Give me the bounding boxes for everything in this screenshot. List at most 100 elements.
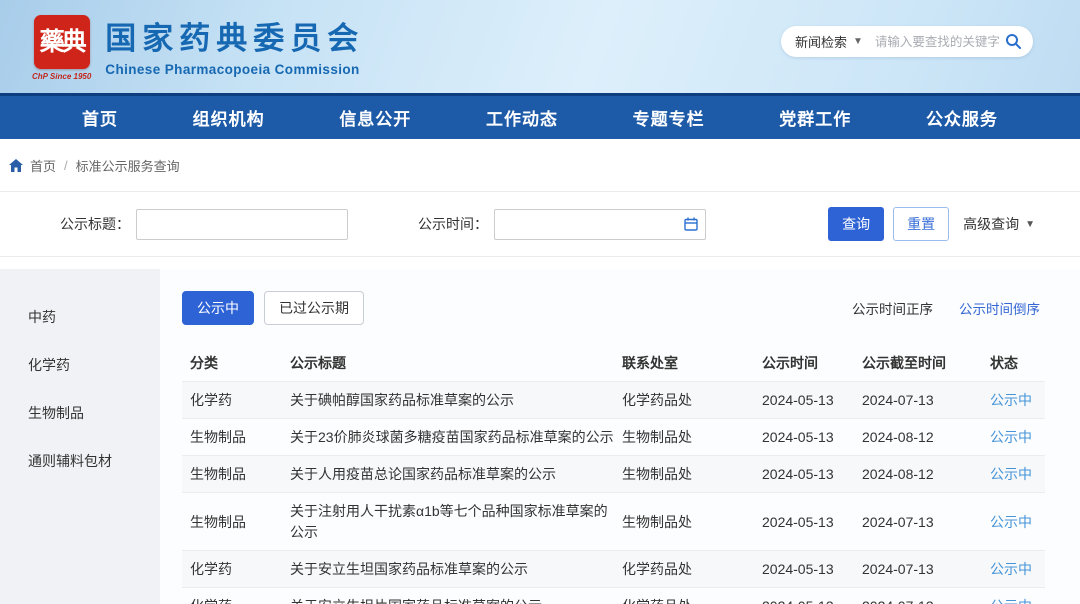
cell-publish-date: 2024-05-13 [762,381,862,418]
cell-title: 关于安立生坦国家药品标准草案的公示 [282,550,622,587]
table-row: 生物制品 关于人用疫苗总论国家药品标准草案的公示 生物制品处 2024-05-1… [182,456,1045,493]
sort-desc-link[interactable]: 公示时间倒序 [959,298,1040,318]
nav-item[interactable]: 信息公开 [339,105,411,130]
cell-office: 化学药品处 [622,550,762,587]
status-link[interactable]: 公示中 [990,466,1032,482]
cell-title: 关于人用疫苗总论国家药品标准草案的公示 [282,456,622,493]
cell-category: 化学药 [182,381,282,418]
content-area: 中药 化学药 生物制品 通则辅料包材 公示中 已过公示期 公示时间正序 [0,269,1080,604]
breadcrumb: 首页 / 标准公示服务查询 [0,139,1080,192]
cell-publish-date: 2024-05-13 [762,456,862,493]
table-row: 生物制品 关于23价肺炎球菌多糖疫苗国家药品标准草案的公示 生物制品处 2024… [182,418,1045,455]
chevron-down-icon: ▼ [1025,219,1035,230]
header-search-input[interactable] [875,35,1001,49]
status-link[interactable]: 公示中 [990,514,1032,530]
cell-end-date: 2024-07-13 [862,588,990,604]
advanced-search-button[interactable]: 高级查询 ▼ [963,214,1035,234]
page-subtitle: Chinese Pharmacopoeia Commission [105,62,364,77]
sidebar-item[interactable]: 通则辅料包材 [0,437,160,485]
cell-office: 生物制品处 [622,456,762,493]
col-header-publish-date: 公示时间 [762,345,862,381]
cell-office: 生物制品处 [622,493,762,551]
cell-end-date: 2024-07-13 [862,493,990,551]
cell-title: 关于安立生坦片国家药品标准草案的公示 [282,588,622,604]
filter-title-input[interactable] [136,209,348,240]
sort-asc-link[interactable]: 公示时间正序 [852,298,933,318]
cell-end-date: 2024-08-12 [862,418,990,455]
page: 藥典 ChP Since 1950 国家药典委员会 Chinese Pharma… [0,0,1080,604]
cell-end-date: 2024-08-12 [862,456,990,493]
breadcrumb-home-link[interactable]: 首页 [9,156,56,175]
page-title: 国家药典委员会 [105,13,364,58]
reset-button[interactable]: 重置 [893,207,949,241]
filter-time-input[interactable] [494,209,706,240]
table-row: 化学药 关于安立生坦片国家药品标准草案的公示 化学药品处 2024-05-13 … [182,588,1045,604]
cell-category: 生物制品 [182,493,282,551]
cell-category: 生物制品 [182,418,282,455]
cell-category: 生物制品 [182,456,282,493]
logo: 藥典 ChP Since 1950 [32,15,91,81]
cell-title: 关于23价肺炎球菌多糖疫苗国家药品标准草案的公示 [282,418,622,455]
search-button[interactable]: 查询 [828,207,884,241]
breadcrumb-current: 标准公示服务查询 [76,156,180,175]
cell-publish-date: 2024-05-13 [762,550,862,587]
cell-title: 关于碘帕醇国家药品标准草案的公示 [282,381,622,418]
advanced-search-label: 高级查询 [963,214,1019,234]
breadcrumb-home-label: 首页 [30,156,56,175]
col-header-end-date: 公示截至时间 [862,345,990,381]
sidebar-item[interactable]: 化学药 [0,341,160,389]
cell-title: 关于注射用人干扰素α1b等七个品种国家标准草案的公示 [282,493,622,551]
search-category-dropdown[interactable]: 新闻检索 ▼ [795,32,863,51]
filter-time-label: 公示时间： [418,214,488,234]
category-sidebar: 中药 化学药 生物制品 通则辅料包材 [0,269,160,604]
nav-item[interactable]: 工作动态 [486,105,558,130]
nav-item[interactable]: 公众服务 [926,105,998,130]
cell-office: 化学药品处 [622,381,762,418]
cell-publish-date: 2024-05-13 [762,588,862,604]
table-header: 分类 公示标题 联系处室 公示时间 公示截至时间 状态 [182,345,1045,381]
breadcrumb-separator: / [64,158,68,173]
sort-links: 公示时间正序 公示时间倒序 [852,298,1050,318]
nav-item[interactable]: 首页 [82,105,118,130]
cell-office: 化学药品处 [622,588,762,604]
col-header-category: 分类 [182,345,282,381]
search-icon[interactable] [1005,33,1022,50]
col-header-office: 联系处室 [622,345,762,381]
status-link[interactable]: 公示中 [990,429,1032,445]
sidebar-item[interactable]: 中药 [0,293,160,341]
nav-item[interactable]: 组织机构 [193,105,265,130]
main-nav: 首页 组织机构 信息公开 工作动态 专题专栏 党群工作 公众服务 [0,93,1080,139]
sidebar-item[interactable]: 生物制品 [0,389,160,437]
chevron-down-icon: ▼ [853,36,863,47]
tab-group: 公示中 已过公示期 [182,291,374,325]
table-row: 生物制品 关于注射用人干扰素α1b等七个品种国家标准草案的公示 生物制品处 20… [182,493,1045,551]
col-header-title: 公示标题 [282,345,622,381]
site-header: 藥典 ChP Since 1950 国家药典委员会 Chinese Pharma… [0,0,1080,93]
nav-item[interactable]: 党群工作 [779,105,851,130]
status-link[interactable]: 公示中 [990,392,1032,408]
status-link[interactable]: 公示中 [990,561,1032,577]
col-header-status: 状态 [990,345,1045,381]
home-icon [9,159,23,172]
nav-item[interactable]: 专题专栏 [633,105,705,130]
cell-end-date: 2024-07-13 [862,381,990,418]
cell-category: 化学药 [182,550,282,587]
header-search-bar: 新闻检索 ▼ [781,26,1033,57]
site-title-block: 国家药典委员会 Chinese Pharmacopoeia Commission [105,13,364,77]
tab[interactable]: 已过公示期 [264,291,364,325]
table-body: 化学药 关于碘帕醇国家药品标准草案的公示 化学药品处 2024-05-13 20… [182,381,1045,604]
cell-office: 生物制品处 [622,418,762,455]
status-link[interactable]: 公示中 [990,598,1032,604]
logo-seal-icon: 藥典 [34,15,90,69]
table-row: 化学药 关于安立生坦国家药品标准草案的公示 化学药品处 2024-05-13 2… [182,550,1045,587]
cell-publish-date: 2024-05-13 [762,493,862,551]
tab[interactable]: 公示中 [182,291,254,325]
toolbar: 公示中 已过公示期 公示时间正序 公示时间倒序 [182,291,1050,325]
logo-caption: ChP Since 1950 [32,72,91,81]
search-category-label: 新闻检索 [795,32,847,51]
calendar-icon[interactable] [684,217,698,231]
filter-bar: 公示标题： 公示时间： 查询 重置 高级查询 ▼ [0,192,1080,257]
cell-category: 化学药 [182,588,282,604]
results-table: 分类 公示标题 联系处室 公示时间 公示截至时间 状态 化学药 关于碘帕醇国家药… [182,345,1045,604]
table-row: 化学药 关于碘帕醇国家药品标准草案的公示 化学药品处 2024-05-13 20… [182,381,1045,418]
